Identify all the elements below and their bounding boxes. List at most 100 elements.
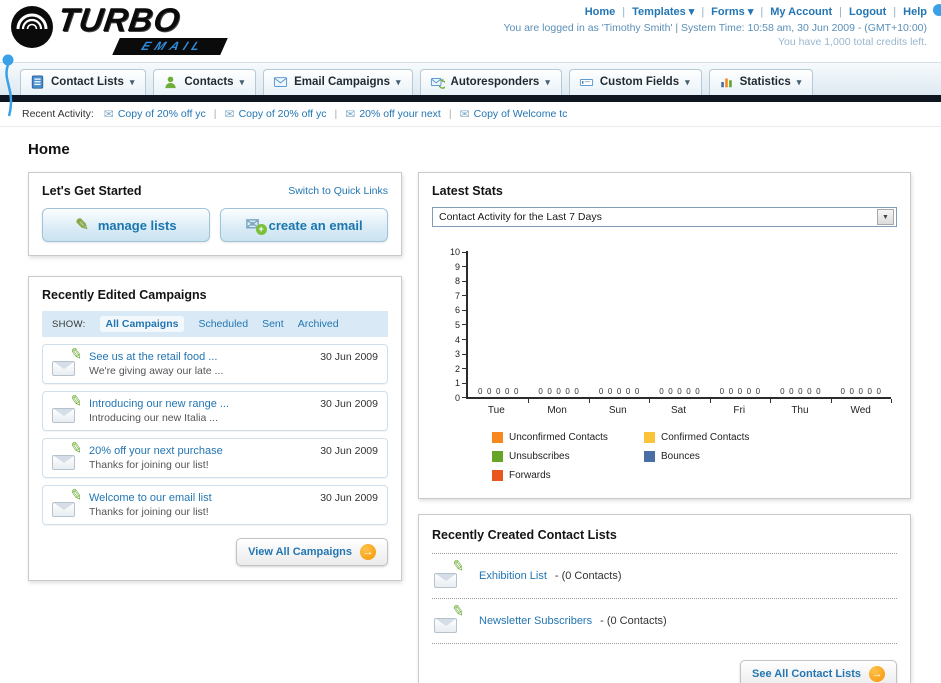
nav-my-account-link[interactable]: My Account <box>753 6 832 18</box>
caret-down-icon: ▾ <box>395 76 401 87</box>
recent-activity-text: Copy of Welcome tc <box>473 108 568 120</box>
campaigns-filter-bar: SHOW: All Campaigns Scheduled Sent Archi… <box>42 311 388 337</box>
legend-label: Bounces <box>661 451 700 462</box>
create-email-button[interactable]: ✉ + create an email <box>220 208 388 242</box>
campaign-row[interactable]: ✎ 20% off your next purchase Thanks for … <box>42 438 388 478</box>
campaign-title-link[interactable]: Introducing our new range ... <box>89 398 229 410</box>
switch-quick-links-link[interactable]: Switch to Quick Links <box>288 185 388 197</box>
filter-scheduled[interactable]: Scheduled <box>198 318 248 330</box>
recent-activity-item[interactable]: ✉Copy of 20% off yc <box>206 107 327 121</box>
logo-text: TURBO EMAIL <box>55 1 229 55</box>
caret-down-icon: ▾ <box>129 76 135 87</box>
recent-activity-item[interactable]: ✉Copy of 20% off yc <box>104 107 206 121</box>
envelope-pencil-icon: ✎ <box>52 486 84 518</box>
campaign-date: 30 Jun 2009 <box>320 492 378 504</box>
campaign-date: 30 Jun 2009 <box>320 445 378 457</box>
envelope-icon: ✉ <box>103 107 114 121</box>
tab-label: Contacts <box>184 76 234 88</box>
latest-stats-title: Latest Stats <box>432 184 503 198</box>
main-tab-bar: Contact Lists ▾ Contacts ▾ Email Campaig… <box>0 62 941 95</box>
campaign-row[interactable]: ✎ Introducing our new range ... Introduc… <box>42 391 388 431</box>
envelope-pencil-icon: ✎ <box>52 392 84 424</box>
caret-down-icon: ▾ <box>545 76 550 87</box>
nav-forms-link[interactable]: Forms ▾ <box>694 6 753 18</box>
app-logo[interactable]: TURBO EMAIL <box>10 1 229 55</box>
contact-list-link[interactable]: Exhibition List <box>479 570 547 582</box>
decor-dot-right <box>933 4 941 16</box>
latest-stats-panel: Latest Stats Contact Activity for the La… <box>418 172 911 499</box>
login-info: You are logged in as 'Timothy Smith' | S… <box>503 22 927 34</box>
tab-custom-fields[interactable]: Custom Fields ▾ <box>568 69 702 95</box>
legend-label: Forwards <box>509 470 551 481</box>
recent-activity-text: Copy of 20% off yc <box>238 108 327 120</box>
logo-subtitle: EMAIL <box>112 38 229 55</box>
tab-label: Statistics <box>739 76 791 88</box>
tab-contact-lists[interactable]: Contact Lists ▾ <box>20 69 147 95</box>
tab-label: Contact Lists <box>51 76 124 88</box>
tab-label: Email Campaigns <box>294 76 390 88</box>
legend-label: Unconfirmed Contacts <box>509 432 608 443</box>
main-content: Home Let's Get Started Switch to Quick L… <box>0 127 941 683</box>
decor-swoosh <box>2 54 14 117</box>
stats-period-select[interactable]: Contact Activity for the Last 7 Days ▼ <box>432 207 897 227</box>
email-campaigns-icon <box>274 77 288 87</box>
campaign-title-link[interactable]: See us at the retail food ... <box>89 351 223 363</box>
statistics-icon <box>720 78 732 88</box>
campaign-title-link[interactable]: Welcome to our email list <box>89 492 212 504</box>
recent-activity-label: Recent Activity: <box>22 108 94 120</box>
stats-selected-option: Contact Activity for the Last 7 Days <box>439 211 602 223</box>
get-started-title: Let's Get Started <box>42 184 142 198</box>
campaign-date: 30 Jun 2009 <box>320 351 378 363</box>
envelope-pencil-icon: ✎ <box>52 345 84 377</box>
envelope-pencil-icon: ✎ <box>434 602 466 634</box>
campaign-subtitle: Thanks for joining our list! <box>89 459 209 471</box>
select-arrow-icon: ▼ <box>877 209 894 225</box>
nav-divider-bar <box>0 95 941 102</box>
tab-autoresponders[interactable]: Autoresponders ▾ <box>419 69 562 95</box>
see-all-contact-lists-button[interactable]: See All Contact Lists → <box>739 660 897 683</box>
contact-list-count: - (0 Contacts) <box>600 615 667 627</box>
envelope-icon: ✉ <box>224 107 235 121</box>
chart-y-axis: 10 9 8 7 6 5 4 3 2 1 0 <box>446 247 466 403</box>
contact-list-row[interactable]: ✎ Exhibition List - (0 Contacts) <box>432 554 897 599</box>
envelope-icon: ✉ <box>345 107 356 121</box>
nav-home-link[interactable]: Home <box>585 6 616 18</box>
campaign-row[interactable]: ✎ See us at the retail food ... We're gi… <box>42 344 388 384</box>
nav-logout-link[interactable]: Logout <box>832 6 886 18</box>
legend-swatch-icon <box>492 470 503 481</box>
arrow-right-icon: → <box>360 544 376 560</box>
view-all-campaigns-button[interactable]: View All Campaigns → <box>236 538 388 566</box>
filter-archived[interactable]: Archived <box>298 318 339 330</box>
legend-item: Bounces <box>644 451 796 462</box>
caret-down-icon: ▾ <box>239 76 245 87</box>
turbo-email-app: TURBO EMAIL HomeTemplates ▾Forms ▾My Acc… <box>0 0 941 683</box>
caret-down-icon: ▾ <box>796 76 802 87</box>
top-nav: HomeTemplates ▾Forms ▾My AccountLogoutHe… <box>503 5 927 18</box>
contact-list-row[interactable]: ✎ Newsletter Subscribers - (0 Contacts) <box>432 599 897 644</box>
view-all-campaigns-label: View All Campaigns <box>248 546 352 558</box>
campaign-title-link[interactable]: 20% off your next purchase <box>89 445 223 457</box>
recent-activity-item[interactable]: ✉20% off your next <box>327 107 441 121</box>
contact-list-link[interactable]: Newsletter Subscribers <box>479 615 592 627</box>
filter-sent[interactable]: Sent <box>262 318 284 330</box>
recent-activity-item[interactable]: ✉Copy of Welcome tc <box>441 107 568 121</box>
legend-swatch-icon <box>492 451 503 462</box>
tab-contacts[interactable]: Contacts ▾ <box>153 69 257 95</box>
manage-lists-button[interactable]: ✎ manage lists <box>42 208 210 242</box>
legend-swatch-icon <box>644 451 655 462</box>
logo-swirl-icon <box>11 6 53 48</box>
tab-label: Autoresponders <box>450 76 540 88</box>
nav-help-link[interactable]: Help <box>886 6 927 18</box>
legend-item: Unconfirmed Contacts <box>492 432 644 443</box>
autoresponders-icon <box>430 78 445 89</box>
legend-item: Forwards <box>492 470 644 481</box>
see-all-contact-lists-label: See All Contact Lists <box>751 668 861 680</box>
nav-templates-link[interactable]: Templates ▾ <box>615 6 694 18</box>
campaign-row[interactable]: ✎ Welcome to our email list Thanks for j… <box>42 485 388 525</box>
filter-all-campaigns[interactable]: All Campaigns <box>99 316 185 332</box>
pencil-icon: ✎ <box>75 217 89 234</box>
tab-statistics[interactable]: Statistics ▾ <box>708 69 814 95</box>
chart-legend: Unconfirmed Contacts Confirmed Contacts Un… <box>492 432 891 481</box>
campaign-subtitle: Introducing our new Italia ... <box>89 412 218 424</box>
tab-email-campaigns[interactable]: Email Campaigns ▾ <box>263 69 413 95</box>
